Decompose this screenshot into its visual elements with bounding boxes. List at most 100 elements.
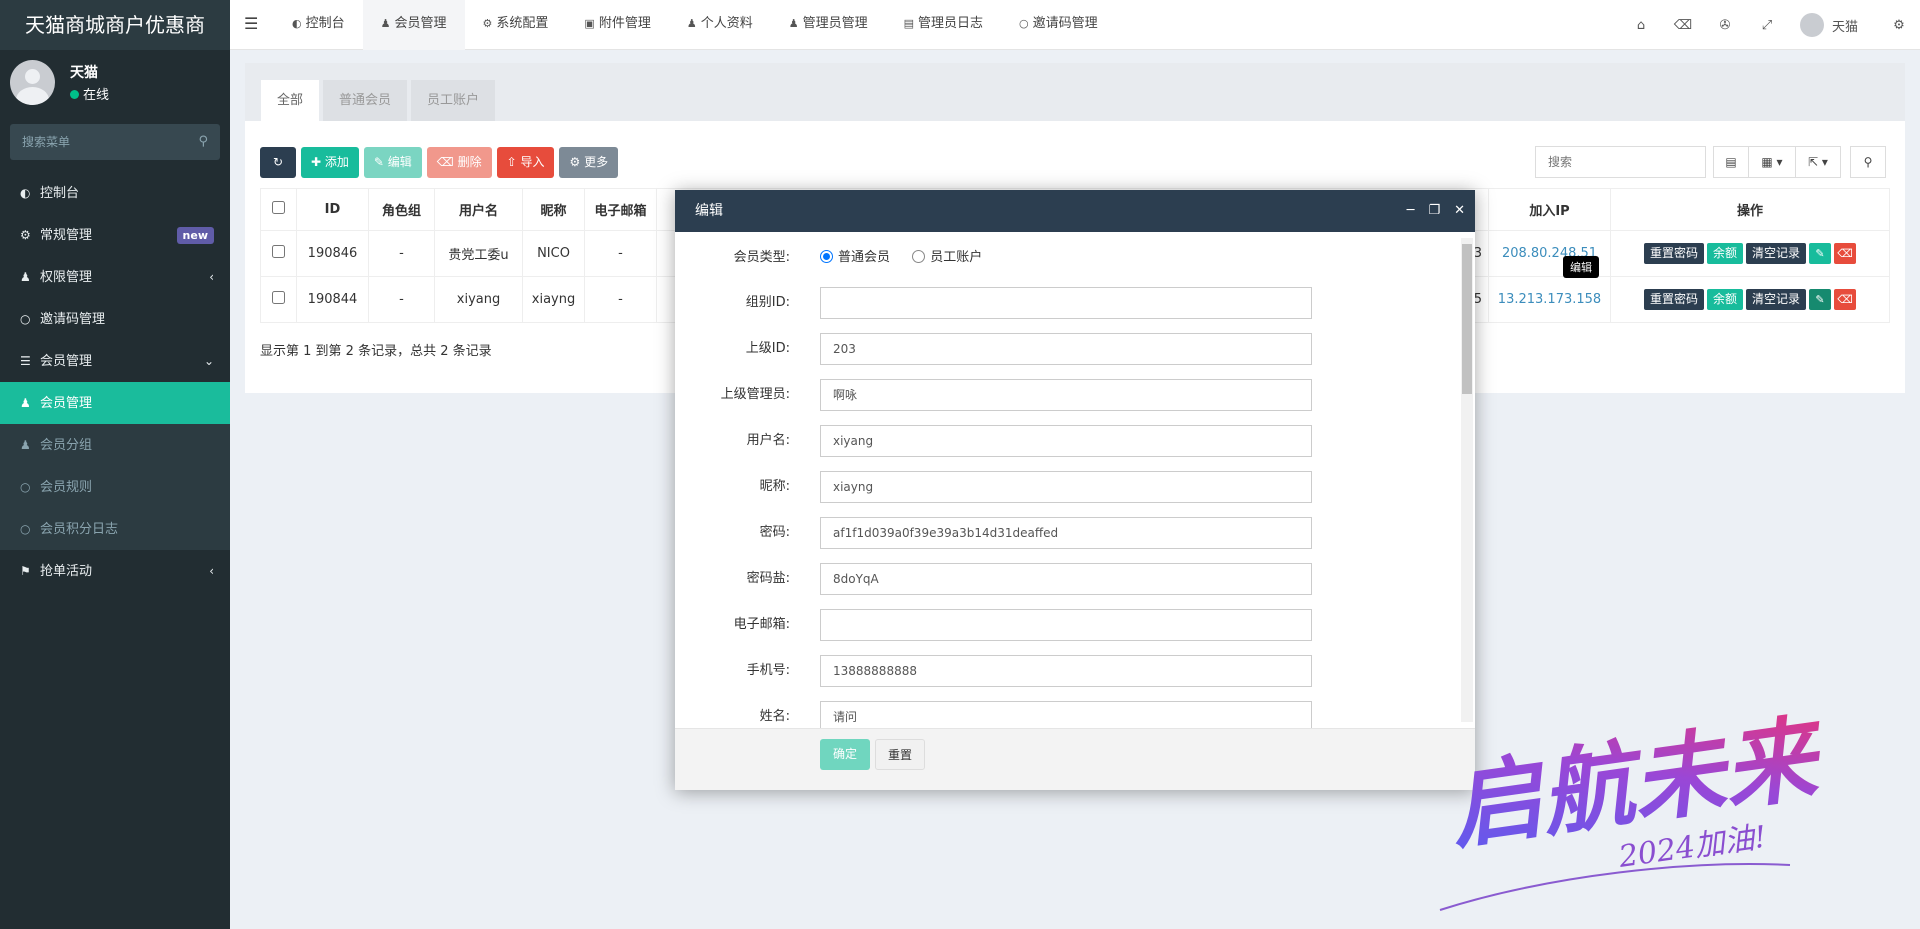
realname-input[interactable]: 请问	[820, 701, 1312, 728]
delete-button[interactable]: ⌫ 删除	[426, 147, 492, 178]
edit-row-icon[interactable]: ✎	[1809, 289, 1832, 310]
refresh-button[interactable]: ↻	[260, 147, 296, 178]
parent-id-input[interactable]: 203	[820, 333, 1312, 365]
add-button[interactable]: ✚ 添加	[301, 147, 359, 178]
cell-ip[interactable]: 13.213.173.158	[1488, 276, 1611, 323]
sidebar-submenu: ♟ 会员管理 ♟ 会员分组 ○ 会员规则 ○ 会员积分日志	[0, 382, 230, 550]
header-right: ⌂ ⌫ ✇ ⤢ 天猫 ⚙	[1620, 0, 1920, 50]
tab-normal-members[interactable]: 普通会员	[323, 80, 408, 121]
language-icon[interactable]: ✇	[1704, 18, 1746, 33]
radio-staff-account[interactable]	[912, 250, 926, 263]
tab-profile[interactable]: ♟ 个人资料	[669, 0, 771, 50]
edit-row-icon[interactable]: ✎	[1809, 243, 1832, 264]
salt-input[interactable]: 8doYqA	[820, 563, 1312, 595]
mobile-input[interactable]: 13888888888	[820, 655, 1312, 687]
advanced-search-button[interactable]: ⚲	[1850, 146, 1886, 178]
circle-icon: ○	[20, 312, 31, 326]
tab-admin-log[interactable]: ▤ 管理员日志	[886, 0, 1001, 50]
field-row: 昵称: xiayng	[675, 471, 1455, 503]
row-checkbox[interactable]	[272, 291, 285, 304]
delete-row-icon[interactable]: ⌫	[1834, 243, 1857, 264]
tab-attachments[interactable]: ▣ 附件管理	[566, 0, 668, 50]
dialog-scrollbar[interactable]	[1461, 238, 1473, 722]
radio-normal-member[interactable]	[820, 250, 833, 263]
group-id-input[interactable]	[820, 287, 1312, 319]
scrollbar-thumb[interactable]	[1462, 244, 1472, 394]
columns-button[interactable]: ▦ ▾	[1748, 146, 1796, 178]
header-username[interactable]: 天猫	[1832, 16, 1858, 35]
sidebar-item-member-rules[interactable]: ○ 会员规则	[0, 466, 230, 508]
reset-password-button[interactable]: 重置密码	[1643, 243, 1704, 264]
cogs-icon[interactable]: ⚙	[1878, 18, 1920, 33]
cell-email: -	[584, 230, 657, 277]
confirm-button[interactable]: 确定	[820, 739, 870, 770]
close-icon[interactable]: ✕	[1454, 190, 1465, 232]
balance-button[interactable]: 余额	[1706, 243, 1743, 264]
username-input[interactable]: xiyang	[820, 425, 1312, 457]
delete-row-icon[interactable]: ⌫	[1834, 289, 1857, 310]
home-icon[interactable]: ⌂	[1620, 18, 1662, 33]
chevron-left-icon: ‹	[209, 270, 214, 284]
col-id[interactable]: ID	[296, 188, 369, 231]
sidebar-item-members-group[interactable]: ☰ 会员管理 ⌄	[0, 340, 230, 382]
field-label: 密码:	[759, 525, 790, 540]
pagination-info: 显示第 1 到第 2 条记录，总共 2 条记录	[260, 344, 492, 359]
search-icon[interactable]: ⚲	[198, 134, 208, 149]
trash-icon[interactable]: ⌫	[1662, 18, 1704, 33]
sidebar-item-members[interactable]: ♟ 会员管理	[0, 382, 230, 424]
sidebar-item-dashboard[interactable]: ◐ 控制台	[0, 172, 230, 214]
upload-icon: ⇧	[506, 155, 521, 169]
maximize-icon[interactable]: ❐	[1428, 190, 1440, 232]
tab-dashboard[interactable]: ◐ 控制台	[274, 0, 363, 50]
reset-button[interactable]: 重置	[875, 739, 925, 770]
tab-members[interactable]: ♟ 会员管理	[362, 0, 465, 50]
nickname-input[interactable]: xiayng	[820, 471, 1312, 503]
watermark-logo: 启航未来 2024加油!	[1439, 703, 1832, 911]
sidebar-item-grab-order[interactable]: ⚑ 抢单活动 ‹	[0, 550, 230, 592]
fullscreen-icon[interactable]: ⤢	[1746, 18, 1788, 33]
cell-email: -	[584, 276, 657, 323]
export-button[interactable]: ⇱ ▾	[1795, 146, 1841, 178]
cell-role: -	[368, 276, 435, 323]
sidebar-item-member-groups[interactable]: ♟ 会员分组	[0, 424, 230, 466]
field-row: 组别ID:	[675, 287, 1455, 319]
circle-icon: ○	[20, 522, 31, 536]
tab-all[interactable]: 全部	[261, 80, 320, 121]
parent-admin-input[interactable]: 啊咏	[820, 379, 1312, 411]
col-nickname: 昵称	[522, 188, 585, 231]
table-search-input[interactable]	[1535, 146, 1706, 178]
more-button[interactable]: ⚙ 更多	[559, 147, 619, 178]
header-avatar[interactable]	[1799, 13, 1824, 37]
sidebar-item-invite[interactable]: ○ 邀请码管理	[0, 298, 230, 340]
tab-system-config[interactable]: ⚙ 系统配置	[465, 0, 567, 50]
sidebar-item-points-log[interactable]: ○ 会员积分日志	[0, 508, 230, 550]
email-input[interactable]	[820, 609, 1312, 641]
tab-staff-accounts[interactable]: 员工账户	[411, 80, 496, 121]
edit-button[interactable]: ✎ 编辑	[363, 147, 422, 178]
clear-records-button[interactable]: 清空记录	[1746, 243, 1807, 264]
export-icon: ⇱ ▾	[1808, 155, 1828, 169]
select-all-checkbox[interactable]	[272, 201, 285, 214]
sidebar-item-permissions[interactable]: ♟ 权限管理 ‹	[0, 256, 230, 298]
import-button[interactable]: ⇧ 导入	[496, 147, 555, 178]
menu-toggle-icon[interactable]: ☰	[230, 0, 274, 50]
minimize-icon[interactable]: ─	[1407, 190, 1415, 232]
col-actions: 操作	[1610, 188, 1890, 231]
balance-button[interactable]: 余额	[1706, 289, 1743, 310]
reset-password-button[interactable]: 重置密码	[1643, 289, 1704, 310]
field-label: 密码盐:	[746, 571, 790, 586]
tab-invite-codes[interactable]: ○ 邀请码管理	[1001, 0, 1116, 50]
circle-icon: ○	[20, 480, 31, 494]
users-icon: ♟	[20, 438, 31, 452]
toggle-view-button[interactable]: ▤	[1713, 146, 1749, 178]
sidebar-item-general[interactable]: ⚙ 常规管理 new	[0, 214, 230, 256]
row-checkbox[interactable]	[272, 245, 285, 258]
clear-records-button[interactable]: 清空记录	[1746, 289, 1807, 310]
edit-dialog: 编辑 ─ ❐ ✕ 会员类型: 普通会员 员工账户 组别ID: 上级ID: 203 …	[675, 190, 1475, 790]
app-logo[interactable]: 天猫商城商户优惠商	[0, 0, 230, 50]
password-input[interactable]: af1f1d039a0f39e39a3b14d31deaffed	[820, 517, 1312, 549]
field-label: 手机号:	[746, 663, 790, 678]
user-icon: ♟	[20, 396, 31, 410]
sidebar-search-input[interactable]	[10, 124, 220, 160]
tab-admins[interactable]: ♟ 管理员管理	[771, 0, 886, 50]
